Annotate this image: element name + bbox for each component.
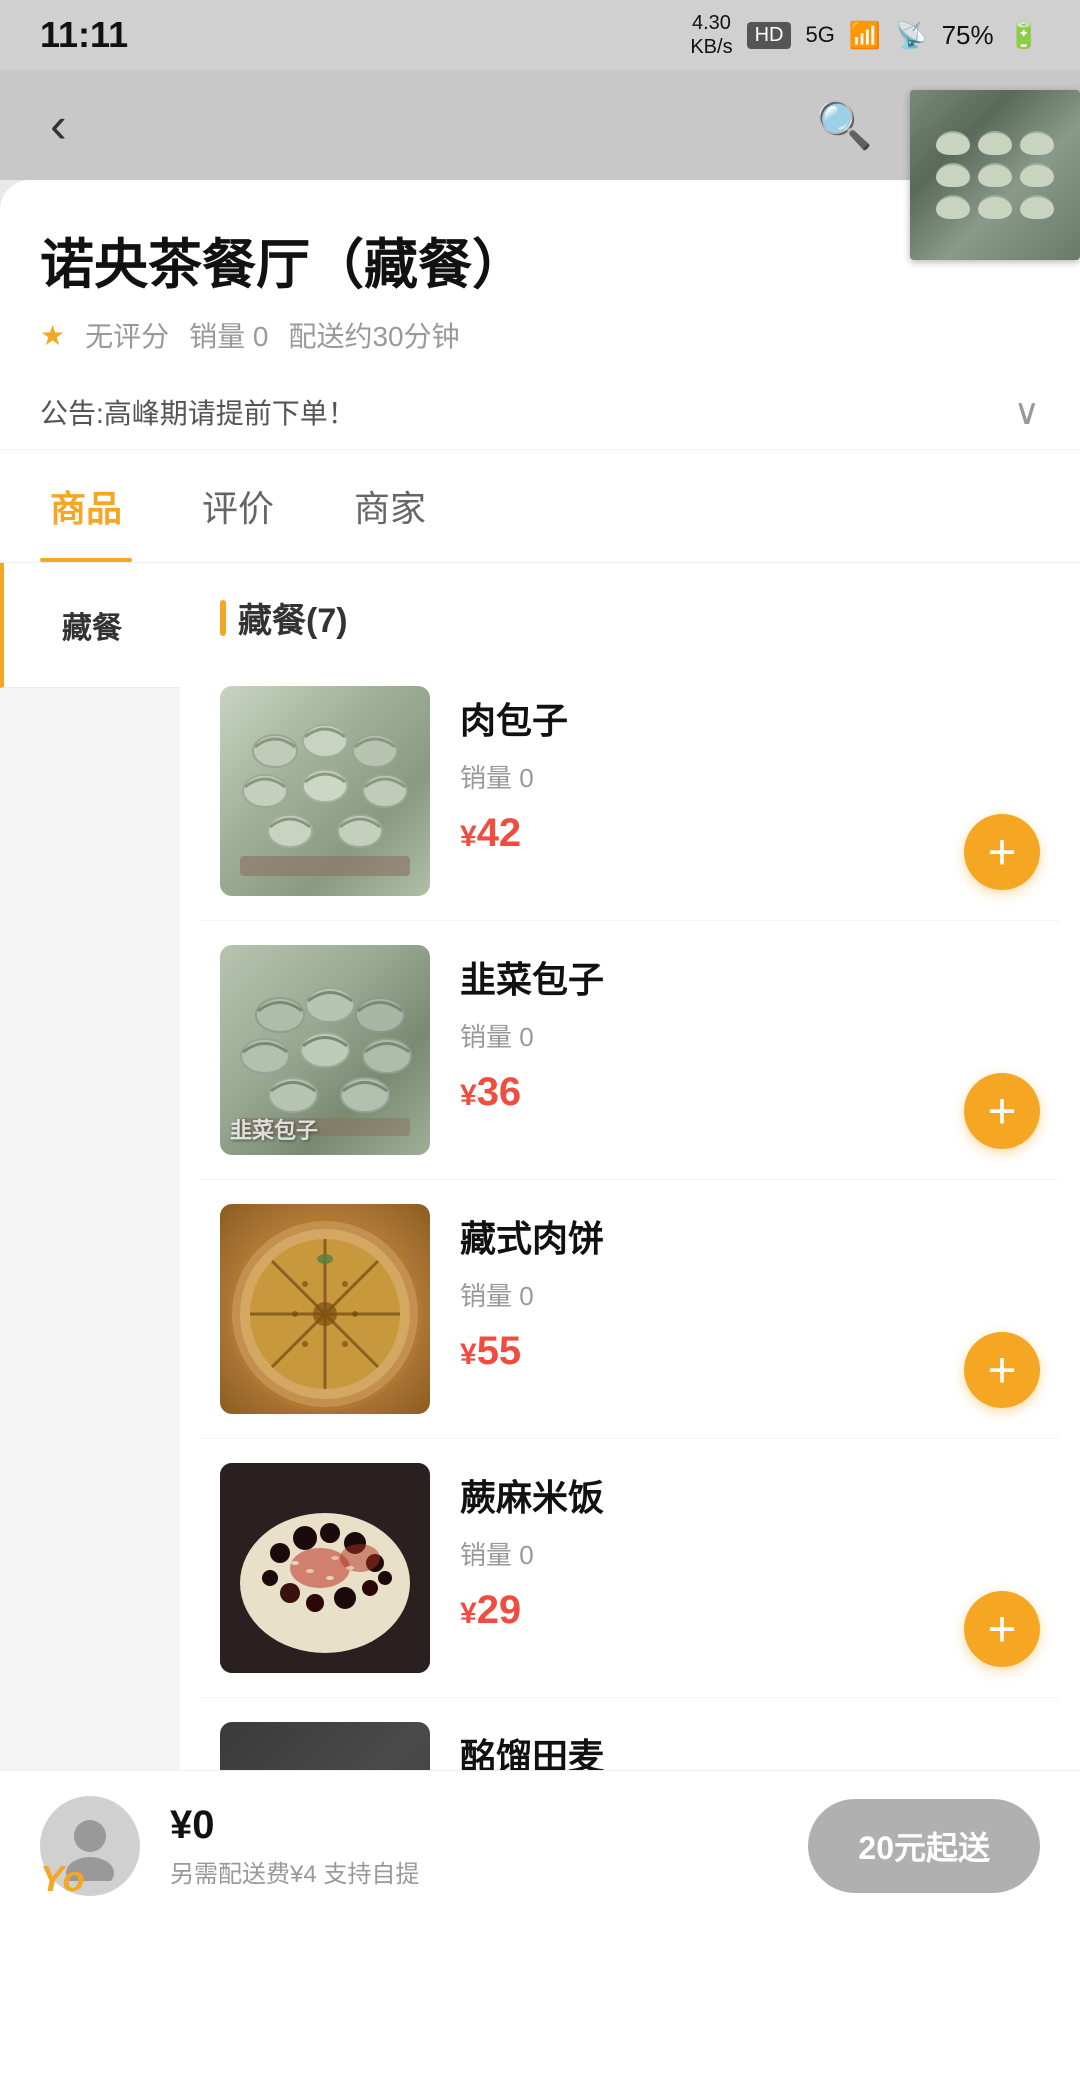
add-to-cart-button-1[interactable]: + xyxy=(964,814,1040,890)
product-info-4: 蕨麻米饭 销量 0 ¥29 xyxy=(460,1463,1040,1633)
cart-price-info: ¥0 另需配送费¥4 支持自提 xyxy=(170,1803,778,1889)
search-icon[interactable]: 🔍 xyxy=(815,98,872,153)
product-name-1: 肉包子 xyxy=(460,692,1040,744)
restaurant-meta: ★ 无评分 销量 0 配送约30分钟 xyxy=(40,315,860,355)
product-info-1: 肉包子 销量 0 ¥42 xyxy=(460,686,1040,856)
nav-left: ‹ xyxy=(40,86,77,164)
product-name-2: 韭菜包子 xyxy=(460,951,1040,1003)
section-title: 藏餐(7) xyxy=(238,593,348,642)
cart-subtext: 另需配送费¥4 支持自提 xyxy=(170,1854,778,1889)
product-image-1 xyxy=(220,686,430,896)
tab-reviews[interactable]: 评价 xyxy=(192,450,284,562)
battery-percent: 75% xyxy=(942,20,994,51)
announcement-text: 公告:高峰期请提前下单！ xyxy=(40,392,1014,432)
network-speed: 4.30KB/s xyxy=(690,11,732,59)
section-header: 藏餐(7) xyxy=(200,563,1060,662)
product-price-1: ¥42 xyxy=(460,811,1040,856)
add-to-cart-button-4[interactable]: + xyxy=(964,1591,1040,1667)
restaurant-name: 诺央茶餐厅（藏餐） xyxy=(40,220,860,299)
rating-text: 无评分 xyxy=(85,315,169,355)
delivery-time: 配送约30分钟 xyxy=(288,315,459,355)
product-name-4: 蕨麻米饭 xyxy=(460,1469,1040,1521)
cart-total: ¥0 xyxy=(170,1803,778,1848)
chevron-down-icon: ∨ xyxy=(1014,391,1040,433)
content-area: 藏餐 藏餐(7) xyxy=(0,563,1080,1818)
product-sales-1: 销量 0 xyxy=(460,758,1040,795)
signal-bars: 📶 xyxy=(849,20,881,51)
tab-products[interactable]: 商品 xyxy=(40,450,132,562)
restaurant-thumbnail xyxy=(910,90,1080,260)
add-to-cart-button-3[interactable]: + xyxy=(964,1332,1040,1408)
sales-text: 销量 0 xyxy=(189,315,268,355)
product-info-2: 韭菜包子 销量 0 ¥36 xyxy=(460,945,1040,1115)
tabs-bar: 商品 评价 商家 xyxy=(0,450,1080,563)
section-bar xyxy=(220,600,226,636)
status-right: 4.30KB/s HD 5G 📶 📡 75% 🔋 xyxy=(690,11,1040,59)
product-item: 蕨麻米饭 销量 0 ¥29 + xyxy=(200,1439,1060,1698)
top-nav: ‹ 🔍 ☆ ⋮ xyxy=(0,70,1080,180)
rating-star: ★ xyxy=(40,319,65,352)
category-sidebar: 藏餐 xyxy=(0,563,180,1818)
product-image-4 xyxy=(220,1463,430,1673)
hd-badge: HD xyxy=(747,22,792,49)
cart-bar: ¥0 另需配送费¥4 支持自提 20元起送 xyxy=(0,1770,1080,1920)
battery-icon: 🔋 xyxy=(1008,20,1040,51)
wifi-icon: 📡 xyxy=(895,20,927,51)
watermark: Yo xyxy=(40,1858,85,1900)
product-image-2: 韭菜包子 xyxy=(220,945,430,1155)
product-sales-2: 销量 0 xyxy=(460,1017,1040,1054)
product-item: 藏式肉饼 销量 0 ¥55 + xyxy=(200,1180,1060,1439)
product-item: 韭菜包子 韭菜包子 销量 0 ¥36 + xyxy=(200,921,1060,1180)
product-price-3: ¥55 xyxy=(460,1329,1040,1374)
back-button[interactable]: ‹ xyxy=(40,86,77,164)
product-sales-4: 销量 0 xyxy=(460,1535,1040,1572)
product-item: 肉包子 销量 0 ¥42 + xyxy=(200,662,1060,921)
product-overlay-text: 韭菜包子 xyxy=(230,1113,318,1145)
status-time: 11:11 xyxy=(40,14,128,56)
product-sales-3: 销量 0 xyxy=(460,1276,1040,1313)
product-image-3 xyxy=(220,1204,430,1414)
announcement-bar[interactable]: 公告:高峰期请提前下单！ ∨ xyxy=(0,375,1080,450)
products-area: 藏餐(7) xyxy=(180,563,1080,1818)
category-item-tibetan[interactable]: 藏餐 xyxy=(0,563,180,688)
product-name-3: 藏式肉饼 xyxy=(460,1210,1040,1262)
tab-merchant[interactable]: 商家 xyxy=(344,450,436,562)
product-price-4: ¥29 xyxy=(460,1588,1040,1633)
signal-5g-1: 5G xyxy=(805,22,834,48)
status-bar: 11:11 4.30KB/s HD 5G 📶 📡 75% 🔋 xyxy=(0,0,1080,70)
add-to-cart-button-2[interactable]: + xyxy=(964,1073,1040,1149)
product-price-2: ¥36 xyxy=(460,1070,1040,1115)
checkout-button[interactable]: 20元起送 xyxy=(808,1799,1040,1893)
product-info-3: 藏式肉饼 销量 0 ¥55 xyxy=(460,1204,1040,1374)
